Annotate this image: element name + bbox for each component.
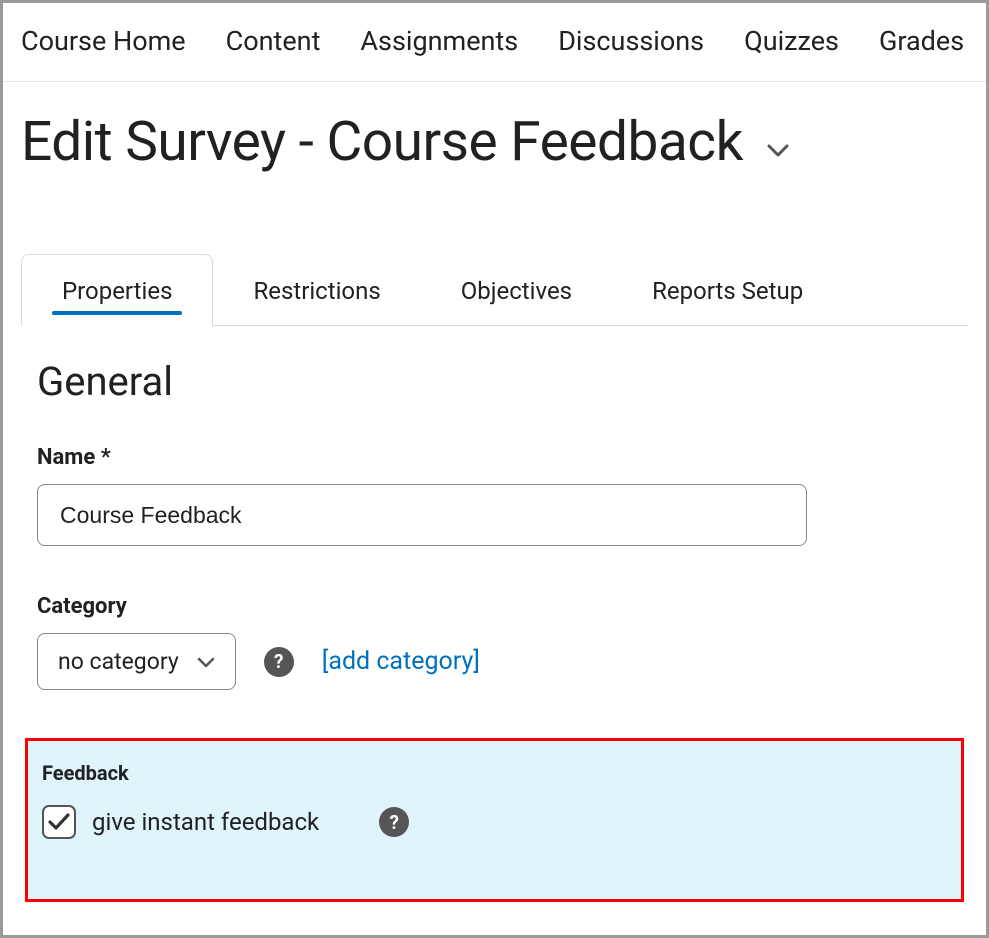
nav-content[interactable]: Content (226, 25, 321, 57)
top-nav: Course Home Content Assignments Discussi… (3, 3, 986, 82)
feedback-heading: Feedback (42, 761, 947, 785)
properties-panel: General Name * Category no category ? [a… (3, 326, 986, 902)
page-title: Edit Survey - Course Feedback (21, 110, 743, 174)
nav-discussions[interactable]: Discussions (558, 25, 704, 57)
name-field-label: Name * (37, 445, 952, 470)
add-category-link[interactable]: [add category] (322, 647, 480, 676)
tab-properties[interactable]: Properties (21, 254, 213, 326)
help-icon[interactable]: ? (379, 807, 409, 837)
chevron-down-icon[interactable] (767, 144, 789, 158)
tabs-container: Properties Restrictions Objectives Repor… (3, 254, 986, 326)
section-heading-general: General (37, 358, 952, 405)
chevron-down-icon (197, 648, 215, 675)
category-select[interactable]: no category (37, 633, 236, 690)
page-title-row: Edit Survey - Course Feedback (3, 82, 986, 184)
tab-reports-setup[interactable]: Reports Setup (612, 255, 843, 325)
nav-course-home[interactable]: Course Home (21, 25, 186, 57)
feedback-highlight-region: Feedback give instant feedback ? (25, 738, 964, 902)
category-field-label: Category (37, 594, 952, 619)
nav-assignments[interactable]: Assignments (360, 25, 518, 57)
nav-grades[interactable]: Grades (879, 25, 964, 57)
help-icon[interactable]: ? (264, 647, 294, 677)
survey-name-input[interactable] (37, 484, 807, 546)
tab-restrictions[interactable]: Restrictions (213, 255, 420, 325)
instant-feedback-checkbox[interactable] (42, 805, 76, 839)
tab-objectives[interactable]: Objectives (421, 255, 612, 325)
instant-feedback-label: give instant feedback (92, 808, 319, 836)
category-selected-value: no category (58, 648, 179, 675)
nav-quizzes[interactable]: Quizzes (744, 25, 839, 57)
